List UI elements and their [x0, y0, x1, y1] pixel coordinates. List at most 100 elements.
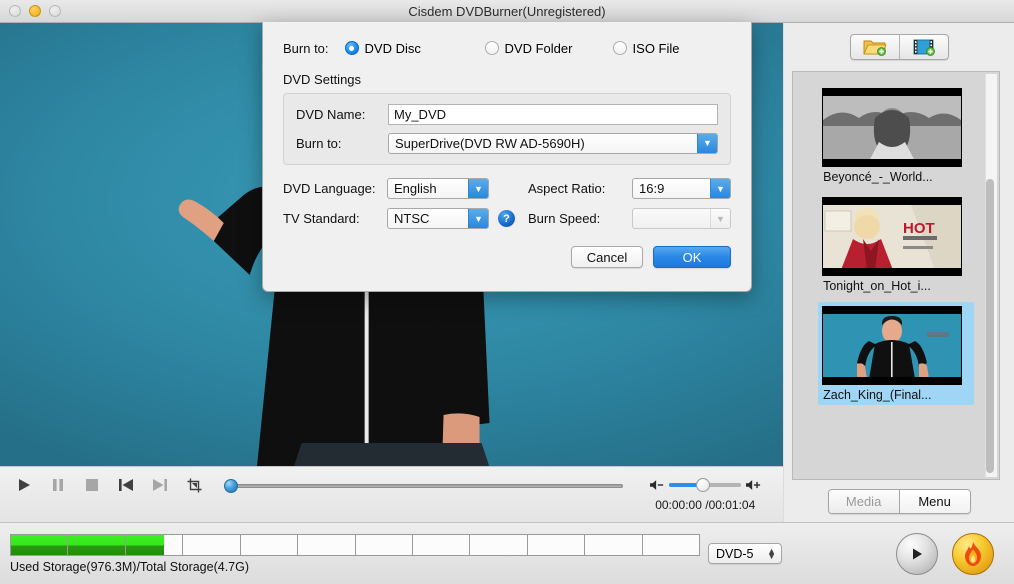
volume-slider[interactable]	[649, 476, 761, 494]
application-window: Cisdem DVDBurner(Unregistered) 00:00:00 …	[0, 0, 1014, 584]
media-list-panel[interactable]: Beyoncé_-_World... HOT Tonight_on_Hot_i.…	[792, 71, 1000, 480]
radio-indicator[interactable]	[344, 41, 359, 55]
dialog-buttons: Cancel OK	[283, 246, 731, 268]
status-bar: Used Storage(976.3M)/Total Storage(4.7G)…	[0, 522, 1014, 584]
volume-knob[interactable]	[696, 478, 711, 492]
burn-drive-select[interactable]: SuperDrive(DVD RW AD-5690H) ▼	[388, 132, 718, 154]
radio-label: DVD Disc	[364, 40, 421, 56]
window-controls	[9, 5, 61, 17]
stepper-icon[interactable]: ▲ ▼	[767, 546, 776, 560]
burn-speed-select[interactable]: ▼	[632, 208, 731, 229]
close-button[interactable]	[9, 5, 21, 17]
title-bar: Cisdem DVDBurner(Unregistered)	[0, 0, 1014, 23]
storage-label: Used Storage(976.3M)/Total Storage(4.7G)	[10, 559, 250, 574]
storage-segment	[239, 534, 298, 555]
tv-standard-select[interactable]: NTSC ▼	[387, 208, 489, 229]
chevron-down-icon[interactable]: ▼	[468, 179, 488, 198]
list-item-label: Tonight_on_Hot_i...	[823, 279, 931, 293]
sidebar-tabs-row: Media Menu	[784, 480, 1014, 522]
aspect-ratio-select[interactable]: 16:9 ▼	[632, 178, 731, 199]
seek-knob[interactable]	[224, 479, 238, 493]
stop-button[interactable]	[82, 476, 102, 494]
radio-dvd-folder[interactable]: DVD Folder	[484, 40, 613, 56]
help-icon[interactable]: ?	[498, 210, 515, 227]
list-item[interactable]: HOT Tonight_on_Hot_i...	[818, 193, 974, 296]
cancel-button[interactable]: Cancel	[571, 246, 643, 268]
dvd-language-select[interactable]: English ▼	[387, 178, 489, 199]
storage-bar	[10, 533, 700, 556]
storage-segment	[641, 534, 700, 555]
burn-drive-row: Burn to: SuperDrive(DVD RW AD-5690H) ▼	[296, 132, 718, 154]
thumbnail	[822, 306, 963, 385]
burn-target-row: Burn to: DVD Disc DVD Folder ISO File	[283, 38, 731, 58]
storage-segment	[584, 534, 642, 555]
zoom-button[interactable]	[49, 5, 61, 17]
volume-up-icon	[745, 480, 760, 490]
dvd-name-input[interactable]: My_DVD	[388, 103, 718, 125]
burn-target-radios: DVD Disc DVD Folder ISO File	[344, 40, 680, 56]
storage-segment	[124, 534, 183, 555]
seek-track	[232, 484, 624, 488]
crop-icon[interactable]	[184, 476, 204, 494]
previous-button[interactable]	[116, 476, 136, 494]
disc-type-select[interactable]: DVD-5 ▲ ▼	[708, 543, 782, 564]
scrollbar-thumb[interactable]	[986, 178, 994, 473]
volume-track[interactable]	[668, 478, 741, 492]
radio-indicator[interactable]	[612, 41, 627, 55]
sidebar-tabs: Media Menu	[827, 488, 971, 514]
thumbnail	[822, 88, 963, 167]
dvd-settings-heading: DVD Settings	[283, 72, 362, 87]
play-icon	[913, 548, 922, 559]
next-button[interactable]	[150, 476, 170, 494]
storage-block: Used Storage(976.3M)/Total Storage(4.7G)	[10, 533, 700, 574]
chevron-down-icon[interactable]: ▼	[697, 133, 717, 153]
play-button[interactable]	[14, 476, 34, 494]
time-display: 00:00:00 /00:01:04	[655, 498, 756, 512]
list-item-label: Zach_King_(Final...	[823, 388, 932, 402]
volume-block: 00:00:00 /00:01:04	[635, 476, 775, 512]
burn-button[interactable]	[952, 532, 994, 575]
thumbnail-image	[823, 96, 962, 161]
dvd-name-label: DVD Name:	[296, 106, 366, 122]
burn-settings-dialog: Burn to: DVD Disc DVD Folder ISO File DV…	[262, 22, 752, 292]
add-video-button[interactable]	[898, 35, 948, 59]
minimize-button[interactable]	[29, 5, 41, 17]
sidebar-toolbar	[784, 23, 1014, 71]
radio-iso-file[interactable]: ISO File	[612, 40, 680, 56]
list-item[interactable]: Beyoncé_-_World...	[818, 84, 974, 187]
radio-dvd-disc[interactable]: DVD Disc	[344, 40, 485, 56]
chevron-down-icon[interactable]: ▼	[468, 209, 488, 228]
tab-menu[interactable]: Menu	[898, 489, 970, 513]
pause-button[interactable]	[48, 476, 68, 494]
dvd-settings-group: DVD Name: My_DVD Burn to: SuperDrive(DVD…	[283, 93, 731, 165]
chevron-down-icon[interactable]: ▼	[710, 179, 730, 198]
preview-button[interactable]	[896, 532, 938, 575]
storage-segment	[11, 534, 68, 555]
burn-speed-group: Burn Speed: ▼	[528, 208, 731, 229]
radio-label: ISO File	[632, 40, 680, 56]
chevron-down-icon: ▼	[710, 209, 730, 228]
dvd-language-value: English	[394, 181, 437, 196]
import-button-group	[849, 34, 949, 60]
flame-icon	[965, 541, 981, 566]
ok-button[interactable]: OK	[653, 246, 731, 268]
seek-slider[interactable]	[216, 476, 625, 494]
add-folder-button[interactable]	[851, 35, 899, 59]
language-aspect-row: DVD Language: English ▼ Aspect Ratio: 16…	[283, 177, 731, 200]
sidebar-scrollbar[interactable]	[985, 74, 997, 477]
disc-type-value: DVD-5	[716, 546, 754, 561]
dvd-language-label: DVD Language:	[283, 181, 376, 196]
media-list: Beyoncé_-_World... HOT Tonight_on_Hot_i.…	[793, 72, 999, 479]
radio-indicator[interactable]	[484, 41, 499, 55]
radio-label: DVD Folder	[504, 40, 573, 56]
tab-media[interactable]: Media	[828, 489, 899, 513]
burn-drive-label: Burn to:	[296, 135, 342, 151]
burn-drive-value: SuperDrive(DVD RW AD-5690H)	[395, 135, 585, 151]
thumbnail: HOT	[822, 197, 963, 276]
action-buttons	[896, 532, 1004, 575]
tv-standard-speed-row: TV Standard: NTSC ▼ ? Burn Speed: ▼	[283, 207, 731, 230]
list-item[interactable]: Zach_King_(Final...	[818, 302, 975, 405]
window-title: Cisdem DVDBurner(Unregistered)	[408, 3, 606, 19]
volume-down-icon	[649, 480, 663, 490]
storage-segment	[354, 534, 412, 555]
